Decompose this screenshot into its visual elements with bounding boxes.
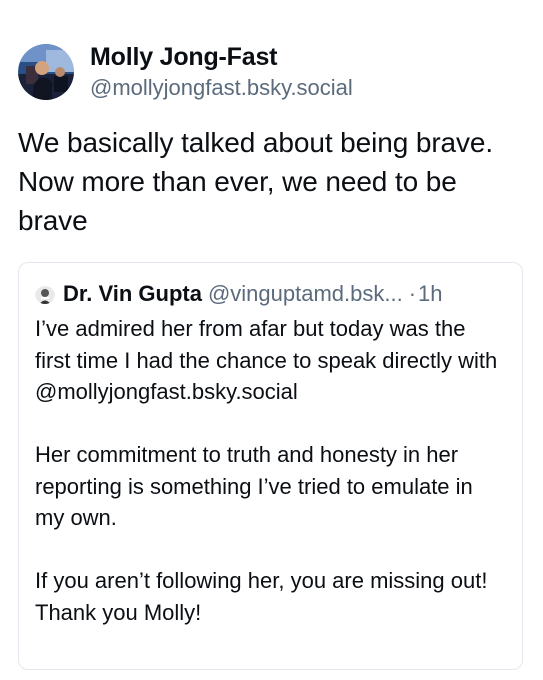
quoted-post-paragraph: I’ve admired her from afar but today was… — [35, 316, 498, 404]
author-text: Molly Jong-Fast @mollyjongfast.bsky.soci… — [90, 42, 353, 102]
author-avatar[interactable] — [18, 44, 74, 100]
user-avatar-photo-icon — [35, 286, 55, 304]
separator-dot: · — [408, 281, 417, 306]
user-avatar-photo-icon — [18, 44, 74, 100]
quoted-post-card[interactable]: Dr. Vin Gupta @vinguptamd.bsk... · 1h I’… — [18, 262, 523, 670]
author-display-name[interactable]: Molly Jong-Fast — [90, 42, 353, 72]
quoted-author-avatar[interactable] — [35, 284, 55, 304]
quoted-post-body: I’ve admired her from afar but today was… — [35, 313, 506, 628]
post-author: Molly Jong-Fast @mollyjongfast.bsky.soci… — [18, 42, 353, 102]
post-text: We basically talked about being brave. N… — [18, 127, 494, 236]
quoted-author-handle[interactable]: @vinguptamd.bsk... — [208, 279, 403, 309]
quoted-post-paragraph: Her commitment to truth and honesty in h… — [35, 442, 473, 530]
quoted-post-timestamp[interactable]: 1h — [418, 279, 442, 309]
quoted-post-header: Dr. Vin Gupta @vinguptamd.bsk... · 1h — [35, 279, 506, 309]
quoted-author-display-name[interactable]: Dr. Vin Gupta — [63, 279, 202, 309]
author-handle[interactable]: @mollyjongfast.bsky.social — [90, 74, 353, 102]
quoted-post-paragraph: If you aren’t following her, you are mis… — [35, 568, 488, 625]
post: Molly Jong-Fast @mollyjongfast.bsky.soci… — [0, 0, 543, 680]
